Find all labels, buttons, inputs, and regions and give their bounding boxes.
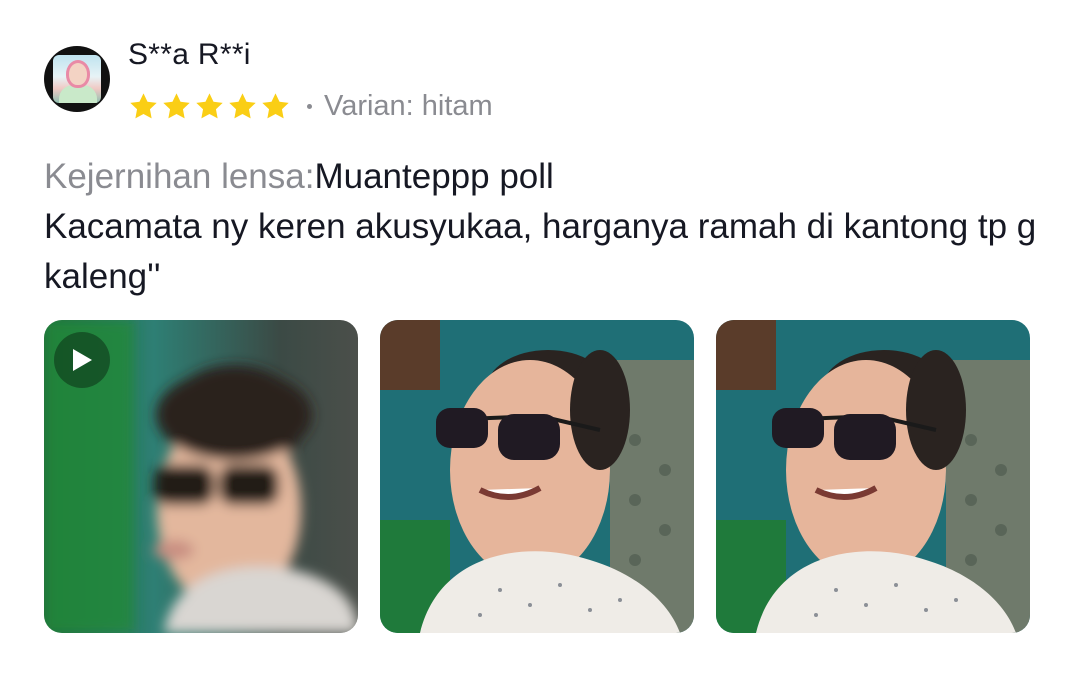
star-icon — [262, 92, 289, 118]
avatar-image — [53, 55, 101, 103]
review-text: Kejernihan lensa:Muanteppp poll Kacamata… — [44, 152, 1044, 302]
star-icon — [196, 92, 223, 118]
review-body: Kacamata ny keren akusyukaa, harganya ra… — [44, 207, 1037, 296]
rating-row: Varian: hitam — [128, 88, 493, 124]
reviewer-name: S**a R**i — [128, 38, 251, 71]
star-icon — [229, 92, 256, 118]
separator-dot — [307, 103, 312, 109]
review-video-thumbnail[interactable] — [44, 320, 358, 633]
photo-image — [380, 320, 694, 633]
media-gallery — [44, 320, 1030, 633]
star-icon — [130, 92, 157, 118]
review-photo-2[interactable] — [716, 320, 1030, 633]
avatar[interactable] — [44, 46, 110, 112]
star-icon — [163, 92, 190, 118]
attribute-line: Kejernihan lensa:Muanteppp poll — [44, 152, 1044, 202]
star-rating — [128, 91, 291, 122]
photo-image — [716, 320, 1030, 633]
review-card: S**a R**i Varian: hitam Kejernihan lensa… — [0, 0, 1080, 673]
attribute-value: Muanteppp poll — [314, 157, 554, 196]
review-photo-1[interactable] — [380, 320, 694, 633]
variant-label: Varian: hitam — [324, 89, 493, 122]
play-button[interactable] — [54, 332, 110, 388]
play-icon — [73, 349, 92, 371]
attribute-label: Kejernihan lensa: — [44, 157, 315, 196]
